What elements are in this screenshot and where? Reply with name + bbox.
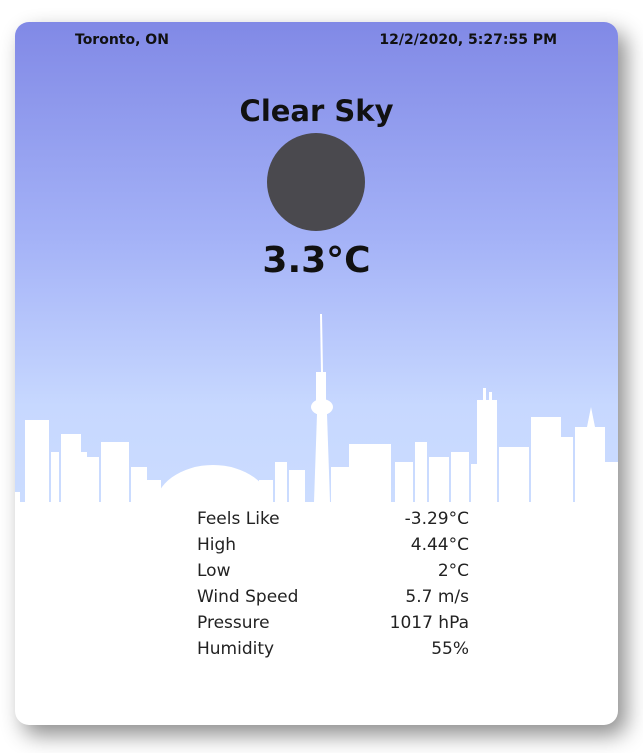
location-label: Toronto, ON [75, 32, 169, 48]
detail-value: 55% [431, 639, 469, 659]
detail-row-feels-like: Feels Like -3.29°C [197, 506, 469, 532]
detail-value: 2°C [437, 561, 469, 581]
detail-value: -3.29°C [404, 509, 469, 529]
detail-label: High [197, 535, 237, 555]
moon-icon [267, 133, 365, 231]
detail-row-high: High 4.44°C [197, 532, 469, 558]
detail-label: Pressure [197, 613, 270, 633]
detail-row-low: Low 2°C [197, 558, 469, 584]
detail-label: Humidity [197, 639, 275, 659]
current-temperature: 3.3°C [262, 240, 371, 281]
weather-details: Feels Like -3.29°C High 4.44°C Low 2°C W… [197, 506, 469, 662]
detail-label: Low [197, 561, 231, 581]
detail-row-wind-speed: Wind Speed 5.7 m/s [197, 584, 469, 610]
detail-value: 4.44°C [410, 535, 469, 555]
detail-label: Wind Speed [197, 587, 299, 607]
datetime-label: 12/2/2020, 5:27:55 PM [379, 32, 557, 48]
detail-value: 5.7 m/s [405, 587, 469, 607]
detail-row-humidity: Humidity 55% [197, 636, 469, 662]
weather-card: Toronto, ON 12/2/2020, 5:27:55 PM Clear … [15, 22, 618, 725]
detail-label: Feels Like [197, 509, 280, 529]
detail-value: 1017 hPa [389, 613, 469, 633]
detail-row-pressure: Pressure 1017 hPa [197, 610, 469, 636]
weather-condition: Clear Sky [239, 94, 394, 128]
